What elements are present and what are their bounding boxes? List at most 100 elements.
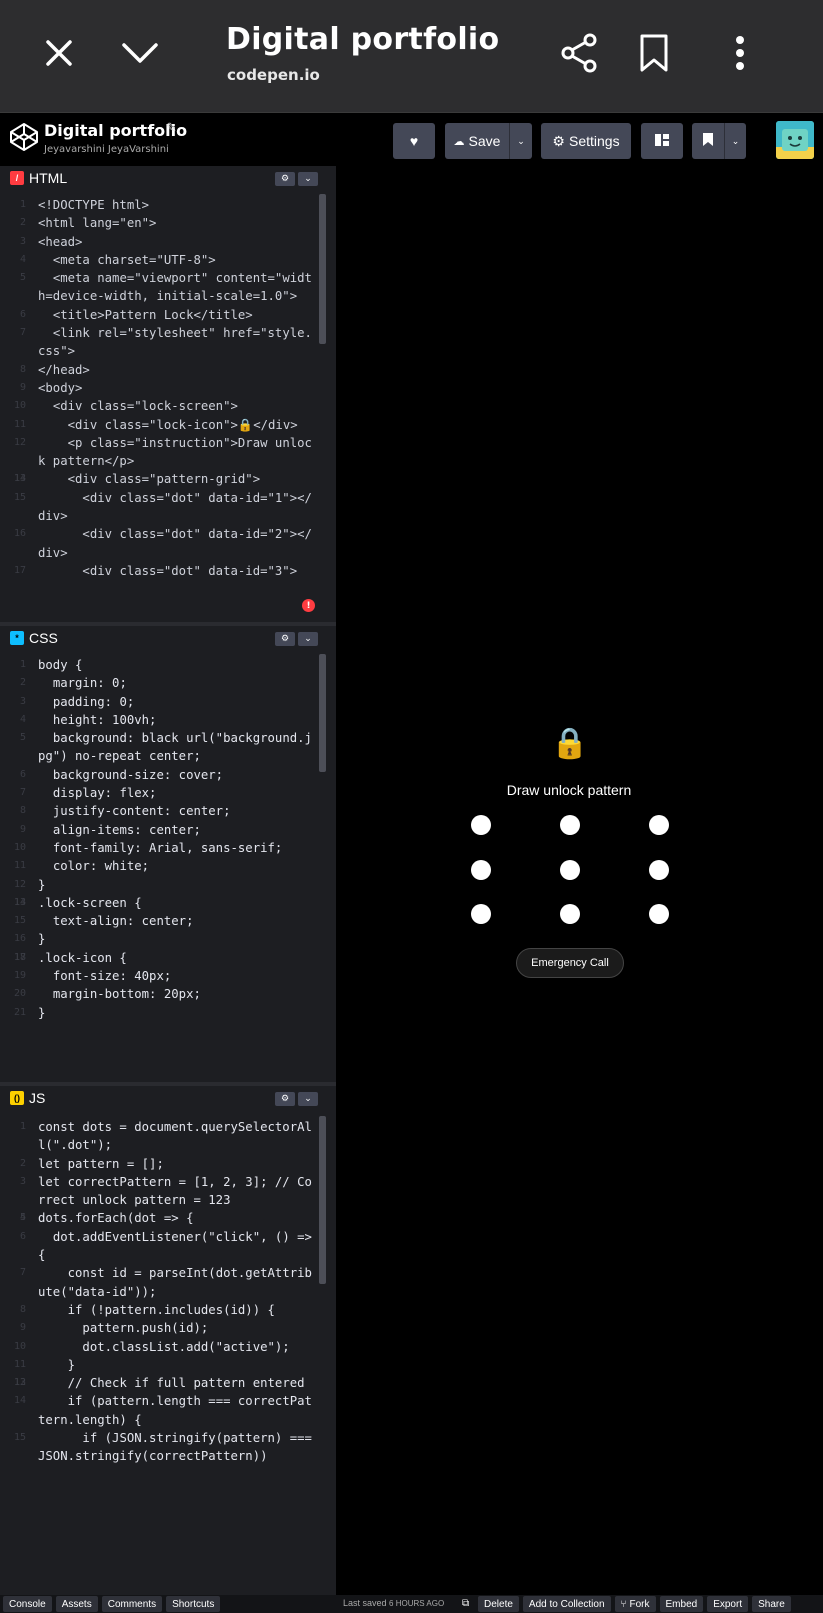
chevron-down-icon[interactable] (118, 34, 162, 72)
code-line[interactable]: 8 justify-content: center; (0, 802, 336, 820)
footer-console-button[interactable]: Console (3, 1596, 52, 1612)
footer-assets-button[interactable]: Assets (55, 1596, 98, 1612)
html-scrollbar[interactable] (319, 194, 326, 344)
code-line[interactable]: 15 if (JSON.stringify(pattern) === JSON.… (0, 1429, 336, 1466)
pen-author[interactable]: Jeyavarshini JeyaVarshini (44, 144, 169, 155)
pane-divider[interactable] (0, 622, 336, 626)
code-line[interactable]: 4 height: 100vh; (0, 711, 336, 729)
pattern-dot[interactable] (560, 860, 580, 880)
code-line[interactable]: 21} (0, 1004, 336, 1022)
js-code-editor[interactable]: 1 const dots = document.querySelectorAll(… (0, 1118, 336, 1547)
code-line[interactable]: 9 pattern.push(id); (0, 1319, 336, 1337)
code-line[interactable]: 6 background-size: cover; (0, 766, 336, 784)
save-button[interactable]: ☁ Save (445, 123, 509, 159)
code-line[interactable]: 13 // Check if full pattern entered (0, 1374, 336, 1392)
close-icon[interactable] (40, 34, 78, 72)
html-code-editor[interactable]: 1 <!DOCTYPE html> 2 <html lang="en"> 3 <head>… (0, 196, 336, 622)
footer-share-button[interactable]: Share (752, 1596, 791, 1612)
code-line[interactable]: 12} (0, 876, 336, 894)
code-line[interactable]: 12 <p class="instruction">Draw unlock pa… (0, 434, 336, 471)
pattern-dot[interactable] (471, 815, 491, 835)
bookmark-button[interactable] (692, 123, 724, 159)
pattern-dot[interactable] (471, 904, 491, 924)
more-vert-icon[interactable] (725, 30, 755, 76)
code-line[interactable]: 6 <title>Pattern Lock</title> (0, 306, 336, 324)
pattern-dot[interactable] (649, 860, 669, 880)
css-collapse-button[interactable]: ⌄ (298, 632, 318, 646)
html-settings-button[interactable]: ⚙ (275, 172, 295, 186)
bookmark-dropdown-button[interactable]: ⌄ (724, 123, 746, 159)
code-line[interactable]: 16} (0, 930, 336, 948)
code-line[interactable]: 10 <div class="lock-screen"> (0, 397, 336, 415)
code-line[interactable]: 15 <div class="dot" data-id="1"></div> (0, 489, 336, 526)
share-icon[interactable] (558, 30, 602, 76)
pattern-dot[interactable] (649, 904, 669, 924)
pattern-dot[interactable] (560, 815, 580, 835)
save-dropdown-button[interactable]: ⌄ (509, 123, 532, 159)
code-line[interactable]: 16 <div class="dot" data-id="2"></div> (0, 525, 336, 562)
avatar[interactable] (776, 121, 814, 159)
pane-divider[interactable] (0, 1082, 336, 1086)
js-settings-button[interactable]: ⚙ (275, 1092, 295, 1106)
code-line[interactable]: 5 <meta name="viewport" content="width=d… (0, 269, 336, 306)
emergency-call-button[interactable]: Emergency Call (516, 948, 624, 978)
code-line[interactable]: 10 dot.classList.add("active"); (0, 1338, 336, 1356)
css-settings-button[interactable]: ⚙ (275, 632, 295, 646)
code-line[interactable]: 8 </head> (0, 361, 336, 379)
edit-title-icon[interactable]: ✎ (166, 121, 177, 136)
code-line[interactable]: 3 let correctPattern = [1, 2, 3]; // Corr… (0, 1173, 336, 1210)
external-link-icon[interactable]: ⧉ (462, 1598, 469, 1609)
code-line[interactable]: 3 padding: 0; (0, 693, 336, 711)
code-line[interactable]: 1 <!DOCTYPE html> (0, 196, 336, 214)
css-scrollbar[interactable] (319, 654, 326, 772)
love-button[interactable]: ♥ (393, 123, 435, 159)
pattern-dot[interactable] (649, 815, 669, 835)
code-line[interactable]: 14 <div class="pattern-grid"> (0, 470, 336, 488)
footer-comments-button[interactable]: Comments (101, 1596, 163, 1612)
code-line[interactable]: 19 font-size: 40px; (0, 967, 336, 985)
code-line[interactable]: 10 font-family: Arial, sans-serif; (0, 839, 336, 857)
code-line[interactable]: 17 <div class="dot" data-id="3"> (0, 562, 336, 580)
footer-fork-button[interactable]: ⑂ Fork (614, 1596, 656, 1612)
code-line[interactable]: 9 <body> (0, 379, 336, 397)
code-line[interactable]: 4 <meta charset="UTF-8"> (0, 251, 336, 269)
code-line[interactable]: 11 color: white; (0, 857, 336, 875)
layout-button[interactable] (641, 123, 683, 159)
code-line[interactable]: 1 body { (0, 656, 336, 674)
footer-delete-button[interactable]: Delete (478, 1596, 519, 1612)
code-line[interactable]: 6 dot.addEventListener("click", () => { (0, 1228, 336, 1265)
code-line[interactable]: 11 <div class="lock-icon">🔒</div> (0, 416, 336, 434)
code-line[interactable]: 9 align-items: center; (0, 821, 336, 839)
js-collapse-button[interactable]: ⌄ (298, 1092, 318, 1106)
code-line[interactable]: 3 <head> (0, 233, 336, 251)
code-line[interactable]: 14 if (pattern.length === correctPattern… (0, 1392, 336, 1429)
css-code-editor[interactable]: 1 body {2 margin: 0; 3 padding: 0; 4 height… (0, 656, 336, 1080)
footer-shortcuts-button[interactable]: Shortcuts (166, 1596, 221, 1612)
error-icon[interactable]: ! (302, 599, 315, 612)
footer-add-to-collection-button[interactable]: Add to Collection (522, 1596, 611, 1612)
code-line[interactable]: 11 } (0, 1356, 336, 1374)
code-line[interactable]: 1 const dots = document.querySelectorAll(… (0, 1118, 336, 1155)
code-line[interactable]: 8 if (!pattern.includes(id)) { (0, 1301, 336, 1319)
bookmark-icon[interactable] (634, 30, 674, 76)
settings-button[interactable]: ⚙ Settings (541, 123, 631, 159)
code-line[interactable]: 18 .lock-icon { (0, 949, 336, 967)
code-line[interactable]: 2 <html lang="en"> (0, 214, 336, 232)
js-scrollbar[interactable] (319, 1116, 326, 1284)
code-line[interactable]: 2 margin: 0; (0, 674, 336, 692)
html-collapse-button[interactable]: ⌄ (298, 172, 318, 186)
code-line[interactable]: 7 const id = parseInt(dot.getAttribute("… (0, 1264, 336, 1301)
code-line[interactable]: 7 <link rel="stylesheet" href="style.css… (0, 324, 336, 361)
code-line[interactable]: 5 background: black url("background.jpg"… (0, 729, 336, 766)
code-line[interactable]: 2 let pattern = []; (0, 1155, 336, 1173)
code-line[interactable]: 14 .lock-screen { (0, 894, 336, 912)
code-line[interactable]: 20 margin-bottom: 20px; (0, 985, 336, 1003)
footer-export-button[interactable]: Export (707, 1596, 749, 1612)
codepen-logo-icon[interactable] (9, 122, 39, 156)
code-line[interactable]: 15 text-align: center; (0, 912, 336, 930)
footer-embed-button[interactable]: Embed (659, 1596, 704, 1612)
code-line[interactable]: 7 display: flex; (0, 784, 336, 802)
pattern-dot[interactable] (560, 904, 580, 924)
pattern-dot[interactable] (471, 860, 491, 880)
code-line[interactable]: 5 dots.forEach(dot => { (0, 1209, 336, 1227)
